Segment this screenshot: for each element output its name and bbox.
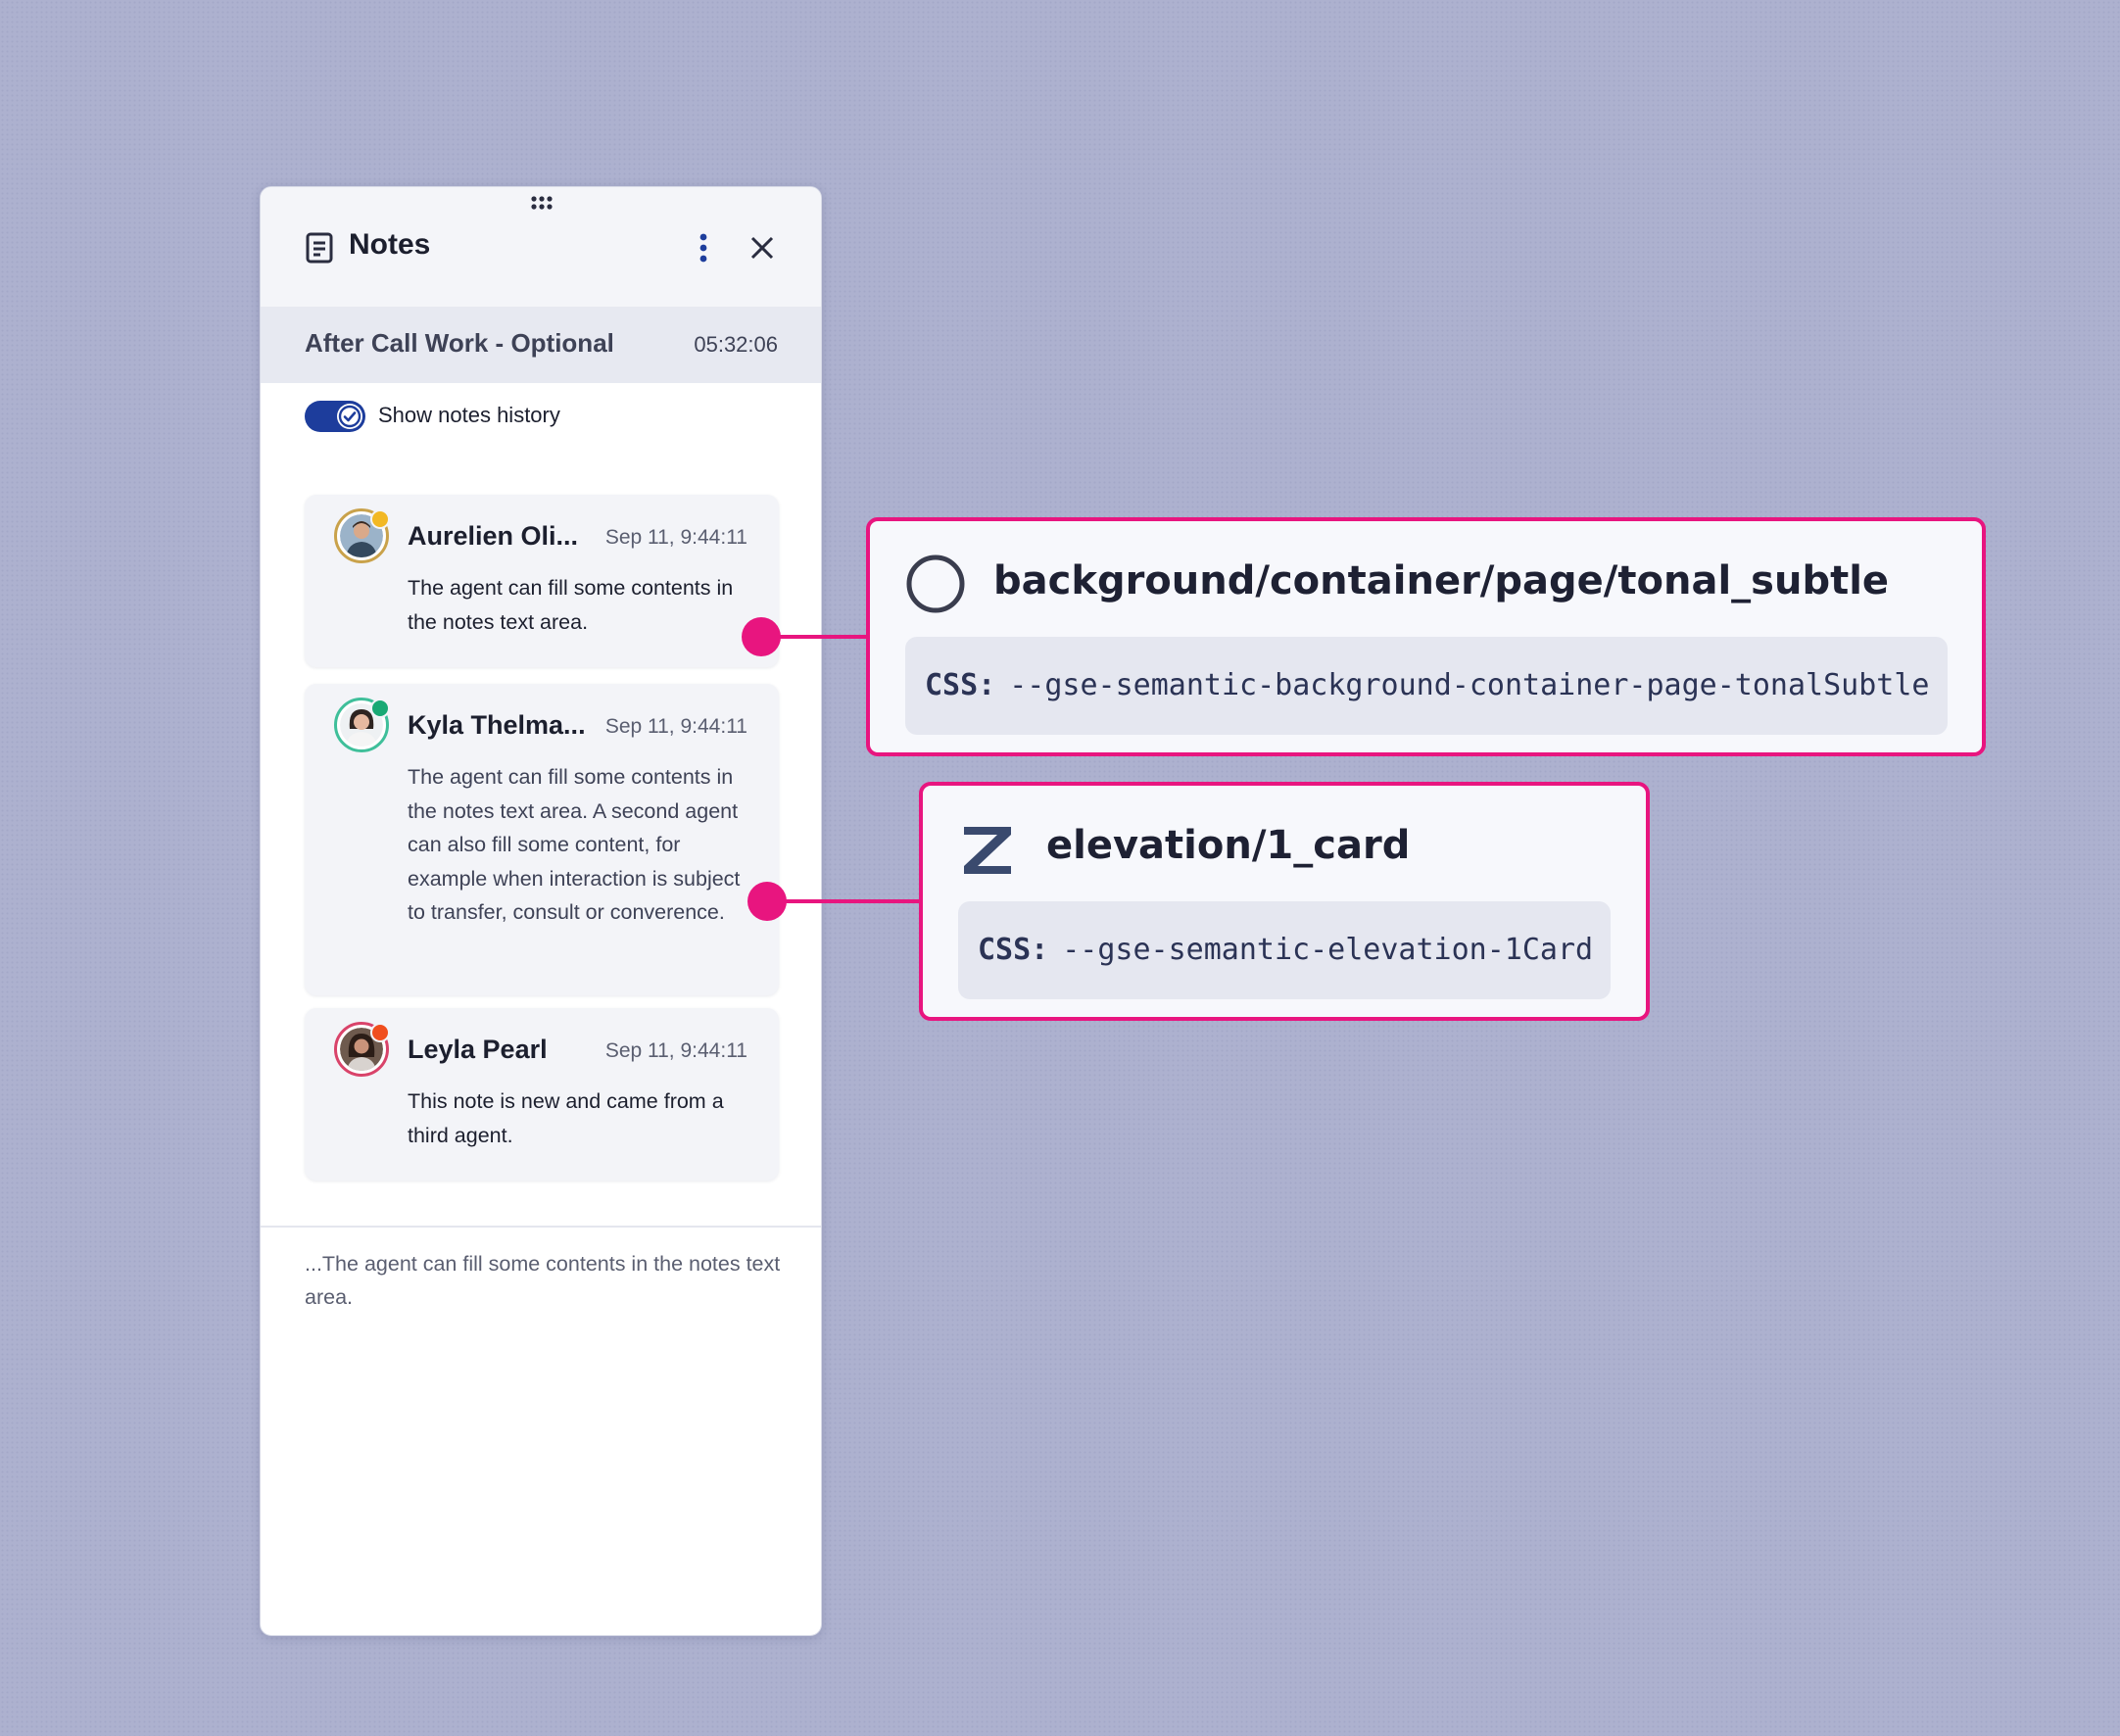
note-card: Kyla Thelma... Sep 11, 9:44:11 The agent…	[305, 684, 779, 995]
status-indicator	[370, 699, 390, 718]
status-indicator	[370, 509, 390, 529]
more-options-icon[interactable]	[682, 226, 725, 269]
avatar	[334, 1022, 390, 1077]
show-history-toggle[interactable]	[305, 401, 365, 432]
css-variable-box: CSS: --gse-semantic-elevation-1Card	[958, 901, 1611, 999]
css-label: CSS:	[978, 933, 1049, 967]
css-variable: --gse-semantic-background-container-page…	[1009, 668, 1930, 702]
notes-document-icon	[306, 232, 333, 264]
css-variable: --gse-semantic-elevation-1Card	[1062, 933, 1594, 967]
avatar	[334, 508, 390, 563]
after-call-work-bar: After Call Work - Optional 05:32:06	[261, 307, 821, 383]
token-callout-background: background/container/page/tonal_subtle C…	[866, 517, 1986, 756]
note-timestamp: Sep 11, 9:44:11	[604, 1039, 747, 1062]
annotation-connector	[767, 899, 924, 903]
toggle-knob	[337, 404, 362, 429]
avatar	[334, 698, 390, 752]
css-variable-box: CSS: --gse-semantic-background-container-…	[905, 637, 1948, 735]
close-icon[interactable]	[741, 226, 784, 269]
circle-outline-icon	[906, 555, 965, 613]
after-call-work-label: After Call Work - Optional	[305, 328, 614, 358]
annotation-connector	[761, 635, 869, 639]
note-body: The agent can fill some contents in the …	[408, 765, 741, 924]
z-elevation-icon	[964, 827, 1011, 874]
notes-panel: Notes After Call Work - Optional 05:32:0…	[260, 186, 822, 1636]
panel-title: Notes	[349, 228, 431, 261]
token-name: background/container/page/tonal_subtle	[993, 558, 1890, 603]
divider	[261, 1226, 821, 1228]
css-label: CSS:	[925, 668, 996, 702]
note-timestamp: Sep 11, 9:44:11	[604, 715, 747, 738]
notes-text-area[interactable]: ...The agent can fill some contents in t…	[305, 1247, 785, 1314]
note-timestamp: Sep 11, 9:44:11	[604, 526, 747, 549]
note-author: Aurelien Oli...	[408, 521, 579, 551]
note-author: Leyla Pearl	[408, 1035, 548, 1064]
token-name: elevation/1_card	[1046, 823, 1411, 868]
after-call-work-timer: 05:32:06	[694, 332, 778, 357]
panel-header: Notes	[261, 187, 821, 307]
drag-handle-icon[interactable]	[530, 195, 554, 211]
note-card: Leyla Pearl Sep 11, 9:44:11 This note is…	[305, 1008, 779, 1181]
note-author: Kyla Thelma...	[408, 710, 586, 740]
note-body: The agent can fill some contents in the …	[408, 576, 734, 634]
status-indicator	[370, 1023, 390, 1042]
show-history-label: Show notes history	[378, 403, 560, 427]
note-body: This note is new and came from a third a…	[408, 1089, 724, 1147]
check-icon	[338, 405, 361, 428]
token-callout-elevation: elevation/1_card CSS: --gse-semantic-elev…	[919, 782, 1650, 1021]
note-card: Aurelien Oli... Sep 11, 9:44:11 The agen…	[305, 495, 779, 667]
